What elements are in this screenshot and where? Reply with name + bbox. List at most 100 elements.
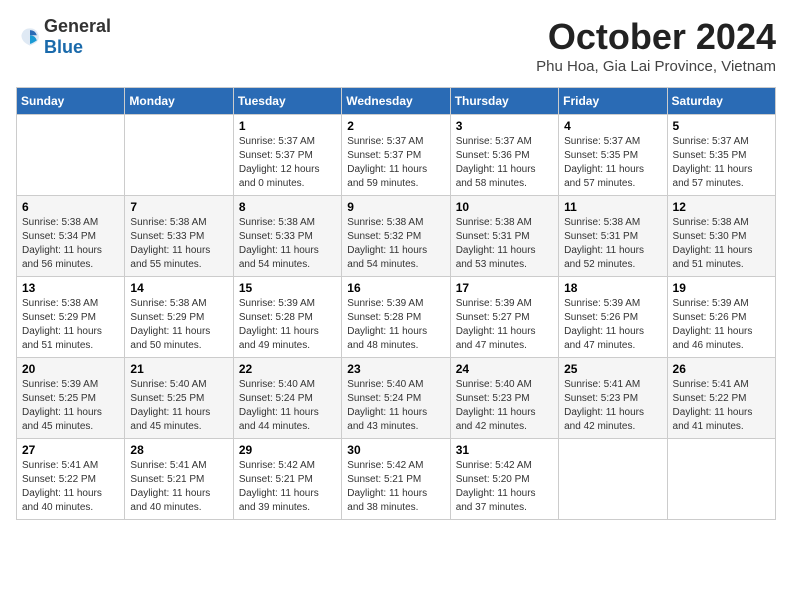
calendar-cell: 25 Sunrise: 5:41 AM Sunset: 5:23 PM Dayli… <box>559 358 667 439</box>
calendar-cell: 7 Sunrise: 5:38 AM Sunset: 5:33 PM Daylig… <box>125 196 233 277</box>
day-number: 19 <box>673 281 770 295</box>
day-detail: Sunrise: 5:42 AM Sunset: 5:21 PM Dayligh… <box>347 459 444 515</box>
day-detail: Sunrise: 5:40 AM Sunset: 5:23 PM Dayligh… <box>456 378 553 434</box>
day-detail: Sunrise: 5:38 AM Sunset: 5:29 PM Dayligh… <box>22 297 119 353</box>
day-detail: Sunrise: 5:42 AM Sunset: 5:21 PM Dayligh… <box>239 459 336 515</box>
calendar-cell: 9 Sunrise: 5:38 AM Sunset: 5:32 PM Daylig… <box>342 196 450 277</box>
day-detail: Sunrise: 5:37 AM Sunset: 5:37 PM Dayligh… <box>239 135 336 191</box>
logo-icon <box>18 25 42 49</box>
calendar-cell <box>17 115 125 196</box>
day-number: 11 <box>564 200 661 214</box>
day-number: 14 <box>130 281 227 295</box>
day-number: 25 <box>564 362 661 376</box>
calendar-cell: 18Sunrise: 5:39 AM Sunset: 5:26 PM Dayli… <box>559 277 667 358</box>
calendar-cell: 11 Sunrise: 5:38 AM Sunset: 5:31 PM Dayli… <box>559 196 667 277</box>
calendar-cell: 19 Sunrise: 5:39 AM Sunset: 5:26 PM Dayli… <box>667 277 775 358</box>
calendar-cell <box>125 115 233 196</box>
day-detail: Sunrise: 5:41 AM Sunset: 5:22 PM Dayligh… <box>673 378 770 434</box>
day-number: 9 <box>347 200 444 214</box>
day-detail: Sunrise: 5:38 AM Sunset: 5:33 PM Dayligh… <box>239 216 336 272</box>
day-number: 3 <box>456 119 553 133</box>
calendar-cell: 3 Sunrise: 5:37 AM Sunset: 5:36 PM Daylig… <box>450 115 558 196</box>
day-detail: Sunrise: 5:38 AM Sunset: 5:34 PM Dayligh… <box>22 216 119 272</box>
day-detail: Sunrise: 5:38 AM Sunset: 5:31 PM Dayligh… <box>456 216 553 272</box>
calendar-cell: 2 Sunrise: 5:37 AM Sunset: 5:37 PM Daylig… <box>342 115 450 196</box>
day-detail: Sunrise: 5:42 AM Sunset: 5:20 PM Dayligh… <box>456 459 553 515</box>
calendar-cell: 27 Sunrise: 5:41 AM Sunset: 5:22 PM Dayli… <box>17 439 125 520</box>
calendar-cell: 28 Sunrise: 5:41 AM Sunset: 5:21 PM Dayli… <box>125 439 233 520</box>
calendar-cell: 10 Sunrise: 5:38 AM Sunset: 5:31 PM Dayli… <box>450 196 558 277</box>
day-detail: Sunrise: 5:41 AM Sunset: 5:21 PM Dayligh… <box>130 459 227 515</box>
day-number: 16 <box>347 281 444 295</box>
day-number: 7 <box>130 200 227 214</box>
calendar-cell: 16 Sunrise: 5:39 AM Sunset: 5:28 PM Dayli… <box>342 277 450 358</box>
day-detail: Sunrise: 5:39 AM Sunset: 5:28 PM Dayligh… <box>347 297 444 353</box>
day-detail: Sunrise: 5:39 AM Sunset: 5:26 PM Dayligh… <box>564 297 661 353</box>
day-number: 8 <box>239 200 336 214</box>
weekday-header-sunday: Sunday <box>17 88 125 115</box>
day-number: 15 <box>239 281 336 295</box>
calendar-cell: 12 Sunrise: 5:38 AM Sunset: 5:30 PM Dayli… <box>667 196 775 277</box>
logo-text-blue: Blue <box>44 37 83 57</box>
calendar-table: SundayMondayTuesdayWednesdayThursdayFrid… <box>16 87 776 520</box>
calendar-cell <box>559 439 667 520</box>
day-number: 26 <box>673 362 770 376</box>
day-number: 30 <box>347 443 444 457</box>
calendar-cell: 23Sunrise: 5:40 AM Sunset: 5:24 PM Dayli… <box>342 358 450 439</box>
calendar-cell: 13 Sunrise: 5:38 AM Sunset: 5:29 PM Dayli… <box>17 277 125 358</box>
day-detail: Sunrise: 5:37 AM Sunset: 5:37 PM Dayligh… <box>347 135 444 191</box>
day-detail: Sunrise: 5:38 AM Sunset: 5:31 PM Dayligh… <box>564 216 661 272</box>
day-number: 24 <box>456 362 553 376</box>
day-number: 6 <box>22 200 119 214</box>
calendar-cell: 26 Sunrise: 5:41 AM Sunset: 5:22 PM Dayli… <box>667 358 775 439</box>
day-number: 31 <box>456 443 553 457</box>
calendar-cell: 14 Sunrise: 5:38 AM Sunset: 5:29 PM Dayli… <box>125 277 233 358</box>
day-detail: Sunrise: 5:38 AM Sunset: 5:30 PM Dayligh… <box>673 216 770 272</box>
calendar-cell: 31 Sunrise: 5:42 AM Sunset: 5:20 PM Dayli… <box>450 439 558 520</box>
day-detail: Sunrise: 5:38 AM Sunset: 5:32 PM Dayligh… <box>347 216 444 272</box>
day-number: 29 <box>239 443 336 457</box>
day-number: 5 <box>673 119 770 133</box>
day-detail: Sunrise: 5:40 AM Sunset: 5:25 PM Dayligh… <box>130 378 227 434</box>
day-detail: Sunrise: 5:38 AM Sunset: 5:29 PM Dayligh… <box>130 297 227 353</box>
day-number: 22 <box>239 362 336 376</box>
weekday-header-monday: Monday <box>125 88 233 115</box>
day-detail: Sunrise: 5:40 AM Sunset: 5:24 PM Dayligh… <box>239 378 336 434</box>
day-detail: Sunrise: 5:38 AM Sunset: 5:33 PM Dayligh… <box>130 216 227 272</box>
weekday-header-wednesday: Wednesday <box>342 88 450 115</box>
day-number: 13 <box>22 281 119 295</box>
logo-text-general: General <box>44 16 111 36</box>
week-row-5: 27 Sunrise: 5:41 AM Sunset: 5:22 PM Dayli… <box>17 439 776 520</box>
day-number: 4 <box>564 119 661 133</box>
calendar-cell: 1 Sunrise: 5:37 AM Sunset: 5:37 PM Daylig… <box>233 115 341 196</box>
calendar-cell: 22 Sunrise: 5:40 AM Sunset: 5:24 PM Dayli… <box>233 358 341 439</box>
day-number: 2 <box>347 119 444 133</box>
calendar-cell: 24 Sunrise: 5:40 AM Sunset: 5:23 PM Dayli… <box>450 358 558 439</box>
day-number: 12 <box>673 200 770 214</box>
week-row-2: 6 Sunrise: 5:38 AM Sunset: 5:34 PM Daylig… <box>17 196 776 277</box>
calendar-cell: 15Sunrise: 5:39 AM Sunset: 5:28 PM Dayli… <box>233 277 341 358</box>
day-detail: Sunrise: 5:41 AM Sunset: 5:23 PM Dayligh… <box>564 378 661 434</box>
day-number: 20 <box>22 362 119 376</box>
weekday-header-saturday: Saturday <box>667 88 775 115</box>
day-number: 21 <box>130 362 227 376</box>
day-number: 10 <box>456 200 553 214</box>
day-detail: Sunrise: 5:39 AM Sunset: 5:26 PM Dayligh… <box>673 297 770 353</box>
day-number: 23 <box>347 362 444 376</box>
month-title: October 2024 <box>536 16 776 58</box>
day-detail: Sunrise: 5:37 AM Sunset: 5:36 PM Dayligh… <box>456 135 553 191</box>
day-detail: Sunrise: 5:37 AM Sunset: 5:35 PM Dayligh… <box>673 135 770 191</box>
calendar-cell: 17Sunrise: 5:39 AM Sunset: 5:27 PM Dayli… <box>450 277 558 358</box>
location-title: Phu Hoa, Gia Lai Province, Vietnam <box>536 58 776 75</box>
calendar-cell: 30 Sunrise: 5:42 AM Sunset: 5:21 PM Dayli… <box>342 439 450 520</box>
calendar-cell <box>667 439 775 520</box>
calendar-cell: 21 Sunrise: 5:40 AM Sunset: 5:25 PM Dayli… <box>125 358 233 439</box>
day-number: 27 <box>22 443 119 457</box>
day-number: 1 <box>239 119 336 133</box>
title-area: October 2024 Phu Hoa, Gia Lai Province, … <box>536 16 776 75</box>
calendar-cell: 20 Sunrise: 5:39 AM Sunset: 5:25 PM Dayli… <box>17 358 125 439</box>
weekday-header-row: SundayMondayTuesdayWednesdayThursdayFrid… <box>17 88 776 115</box>
day-detail: Sunrise: 5:39 AM Sunset: 5:25 PM Dayligh… <box>22 378 119 434</box>
day-number: 28 <box>130 443 227 457</box>
day-detail: Sunrise: 5:41 AM Sunset: 5:22 PM Dayligh… <box>22 459 119 515</box>
